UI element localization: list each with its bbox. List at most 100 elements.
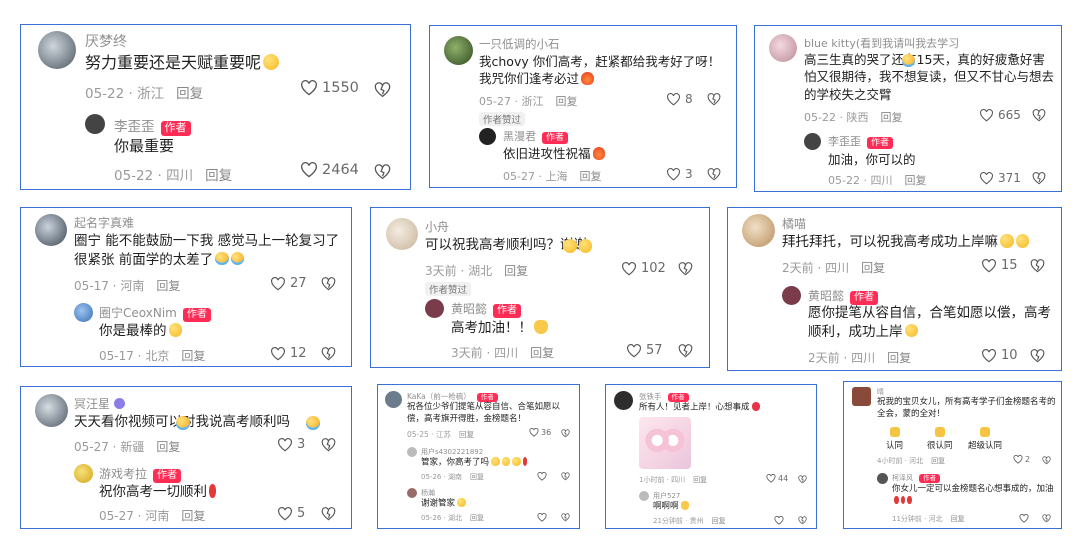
like-button[interactable]: 102 <box>621 261 666 276</box>
reply-username[interactable]: 黑漫君 作者 <box>503 128 569 145</box>
reply-avatar[interactable] <box>74 303 93 322</box>
reply-avatar[interactable] <box>407 447 417 457</box>
reply-button[interactable]: 回复 <box>205 168 232 184</box>
dislike-button[interactable] <box>678 262 693 276</box>
reply-like-button[interactable]: 5 <box>277 506 305 521</box>
reply-username[interactable]: 用户527 <box>653 491 680 501</box>
reply-avatar[interactable] <box>479 128 496 145</box>
dislike-button[interactable] <box>1030 259 1045 273</box>
reply-dislike-button[interactable] <box>321 507 336 521</box>
comment-username[interactable]: blue kitty(看到我请叫我去学习 <box>804 35 959 51</box>
like-button[interactable]: 2 <box>1013 455 1030 464</box>
reply-dislike-button[interactable] <box>1032 172 1046 185</box>
reply-button[interactable]: 回复 <box>504 264 528 278</box>
reply-username[interactable]: 圈宁CeoxNim 作者 <box>99 304 211 322</box>
reply-avatar[interactable] <box>639 491 649 501</box>
reply-dislike-button[interactable] <box>321 347 336 361</box>
reply-username[interactable]: 黄昭懿 作者 <box>808 287 879 305</box>
reply-button[interactable]: 回复 <box>555 95 577 108</box>
reply-username[interactable]: 李歪歪 作者 <box>114 115 191 136</box>
comment-username[interactable]: 小舟 <box>425 218 449 235</box>
dislike-button[interactable] <box>561 429 570 438</box>
reply-avatar[interactable] <box>877 473 888 484</box>
like-button[interactable]: 665 <box>979 108 1021 122</box>
reaction-strongly-agree[interactable]: 很认同 <box>927 427 953 451</box>
reply-dislike-button[interactable] <box>1042 514 1051 523</box>
like-button[interactable]: 8 <box>666 92 693 106</box>
reply-button[interactable]: 回复 <box>459 430 474 439</box>
avatar[interactable] <box>769 34 797 62</box>
dislike-button[interactable] <box>707 93 721 106</box>
reply-username[interactable]: 游戏考拉 作者 <box>99 465 182 483</box>
avatar[interactable] <box>444 36 473 65</box>
comment-username[interactable]: KaKa（前一枪稿） 作者 <box>407 391 498 402</box>
reply-button[interactable]: 回复 <box>951 515 965 523</box>
comment-username[interactable]: 一只低调的小石 <box>479 36 560 52</box>
like-button[interactable]: 3 <box>277 437 305 452</box>
reply-like-button[interactable]: 57 <box>626 343 663 358</box>
reply-dislike-button[interactable] <box>561 513 570 522</box>
dislike-button[interactable] <box>321 277 336 291</box>
reply-avatar[interactable] <box>804 133 821 150</box>
reply-button[interactable]: 回复 <box>470 473 484 481</box>
like-button[interactable]: 1550 <box>300 80 359 96</box>
avatar[interactable] <box>742 214 775 247</box>
reply-like-button[interactable]: 371 <box>979 171 1021 185</box>
comment-username[interactable]: 厌梦终 <box>85 31 127 51</box>
reply-username[interactable]: 杨瀚 <box>421 488 435 498</box>
reply-username[interactable]: 柯泽风 作者 <box>892 473 940 483</box>
comment-username[interactable]: 张铁手 作者 <box>639 391 689 402</box>
reply-button[interactable]: 回复 <box>931 457 945 465</box>
dislike-button[interactable] <box>374 82 391 98</box>
avatar[interactable] <box>614 391 633 410</box>
reply-like-button[interactable]: 12 <box>270 346 307 361</box>
reply-like-button[interactable]: 3 <box>666 167 693 181</box>
reply-like-button[interactable] <box>1019 514 1029 523</box>
avatar[interactable] <box>35 394 68 427</box>
avatar[interactable] <box>38 31 76 69</box>
reply-button[interactable]: 回复 <box>579 170 601 183</box>
reply-avatar[interactable] <box>782 286 801 305</box>
reply-username[interactable]: 黄昭懿 作者 <box>451 300 522 318</box>
reply-username[interactable]: 用户s4302221892 <box>421 447 483 457</box>
like-button[interactable]: 27 <box>270 276 307 291</box>
comment-username[interactable]: 起名字真难 <box>74 214 134 231</box>
reply-button[interactable]: 回复 <box>880 111 902 124</box>
like-button[interactable]: 44 <box>766 474 788 483</box>
dislike-button[interactable] <box>1042 456 1051 465</box>
reply-dislike-button[interactable] <box>798 516 807 525</box>
reply-avatar[interactable] <box>407 488 417 498</box>
dislike-button[interactable] <box>798 475 807 484</box>
reply-button[interactable]: 回复 <box>181 349 205 363</box>
like-button[interactable]: 15 <box>981 258 1018 273</box>
reply-button[interactable]: 回复 <box>156 279 180 293</box>
reply-button[interactable]: 回复 <box>861 261 885 275</box>
reply-username[interactable]: 李歪歪 作者 <box>828 133 894 150</box>
dislike-button[interactable] <box>321 438 336 452</box>
reply-avatar[interactable] <box>74 464 93 483</box>
reply-dislike-button[interactable] <box>561 472 570 481</box>
reply-button[interactable]: 回复 <box>904 174 926 187</box>
reaction-super-agree[interactable]: 超级认同 <box>968 427 1002 451</box>
reply-button[interactable]: 回复 <box>530 346 554 360</box>
reply-dislike-button[interactable] <box>1030 349 1045 363</box>
reply-button[interactable]: 回复 <box>887 351 911 365</box>
reply-avatar[interactable] <box>425 299 444 318</box>
reply-like-button[interactable]: 10 <box>981 348 1018 363</box>
comment-username[interactable]: 橘喵 <box>782 215 806 232</box>
reply-button[interactable]: 回复 <box>181 509 205 523</box>
reply-dislike-button[interactable] <box>374 164 391 180</box>
reply-like-button[interactable] <box>537 513 547 522</box>
reply-button[interactable]: 回复 <box>693 476 707 484</box>
reply-button[interactable]: 回复 <box>470 514 484 522</box>
reply-button[interactable]: 回复 <box>176 86 203 102</box>
comment-username[interactable]: 晴 <box>877 387 884 397</box>
avatar[interactable] <box>385 391 402 408</box>
avatar[interactable] <box>35 214 67 246</box>
reply-dislike-button[interactable] <box>678 344 693 358</box>
dislike-button[interactable] <box>1032 109 1046 122</box>
reply-button[interactable]: 回复 <box>712 517 726 525</box>
comment-username[interactable]: 冥汪星 <box>74 395 126 412</box>
avatar[interactable] <box>386 218 418 250</box>
reply-button[interactable]: 回复 <box>156 440 180 454</box>
